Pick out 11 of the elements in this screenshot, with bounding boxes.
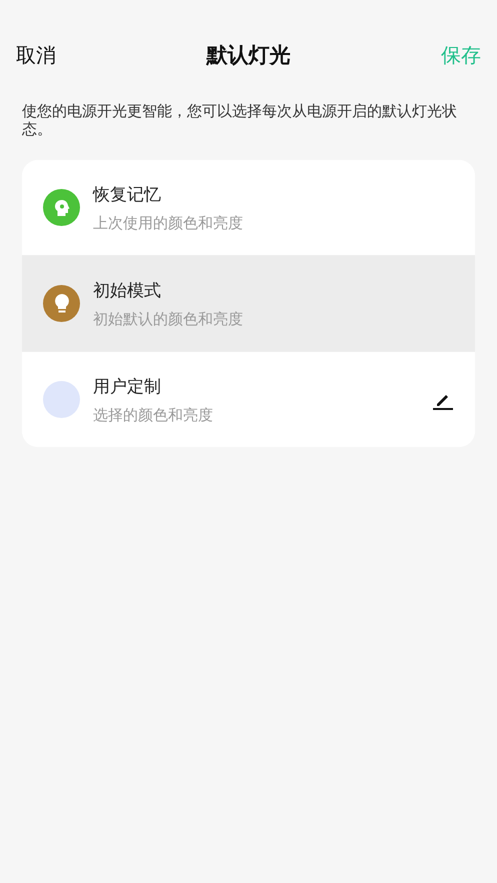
option-subtitle: 选择的颜色和亮度 bbox=[93, 406, 214, 424]
option-subtitle: 上次使用的颜色和亮度 bbox=[93, 214, 244, 232]
cancel-button[interactable]: 取消 bbox=[16, 42, 56, 68]
description-text: 使您的电源开光更智能，您可以选择每次从电源开启的默认灯光状态。 bbox=[22, 102, 458, 138]
option-row[interactable]: 初始模式 初始默认的颜色和亮度 bbox=[22, 255, 475, 351]
option-subtitle: 初始默认的颜色和亮度 bbox=[93, 310, 244, 328]
option-title: 用户定制 bbox=[93, 376, 162, 398]
page-title: 默认灯光 bbox=[206, 42, 290, 69]
option-title: 恢复记忆 bbox=[93, 184, 162, 206]
option-title: 初始模式 bbox=[93, 280, 162, 302]
lightbulb-icon bbox=[52, 292, 70, 314]
